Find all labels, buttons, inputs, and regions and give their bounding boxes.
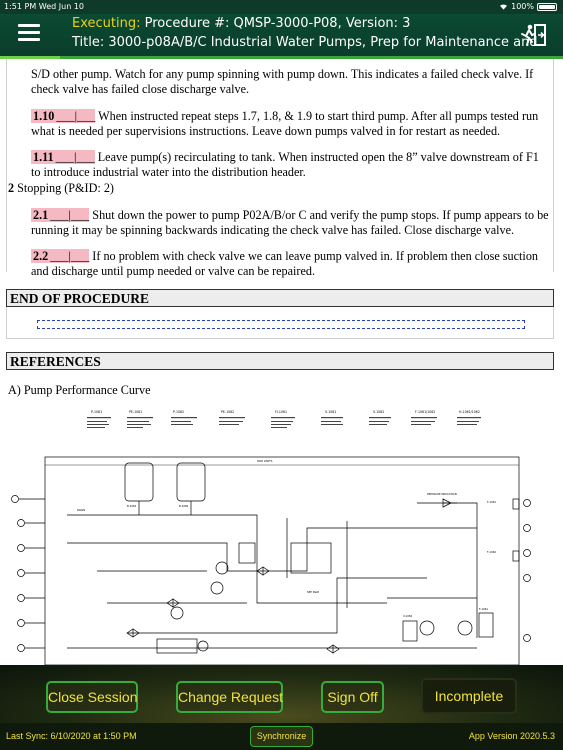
battery-icon [537,2,557,11]
sync-bar: Last Sync: 6/10/2020 at 1:50 PM Synchron… [0,723,563,750]
step-number: 1.11 [31,150,56,164]
svg-text:SKID LIMITS: SKID LIMITS [257,459,273,463]
app-version-text: App Version 2020.5.3 [468,731,555,741]
end-of-procedure-heading: END OF PROCEDURE [6,289,554,307]
pid-diagram-image[interactable]: P-1081 PE-1081 P-1082 PE-1082 FI-1061 V-1081 V… [7,403,535,665]
svg-text:F-1061/1062: F-1061/1062 [415,410,435,414]
synchronize-button[interactable]: Synchronize [250,726,313,747]
svg-text:PE-1081: PE-1081 [129,410,142,414]
step-signoff-blank[interactable]: ___|___ [50,249,90,263]
svg-text:P-1082: P-1082 [173,410,184,414]
status-bar: 1:51 PM Wed Jun 10 100% [0,0,563,14]
procedure-header: Executing: Procedure #: QMSP-3000-P08, V… [0,14,563,56]
menu-icon[interactable] [18,24,40,42]
svg-text:F-1061: F-1061 [487,500,496,504]
svg-text:H-1061/1062: H-1061/1062 [459,410,480,414]
references-heading: REFERENCES [6,352,554,370]
status-time-date: 1:51 PM Wed Jun 10 [4,2,84,11]
sign-off-button[interactable]: Sign Off [321,681,384,713]
reference-a: A) Pump Performance Curve [8,383,151,397]
svg-text:V-1082: V-1082 [403,614,413,618]
step-signoff-blank[interactable]: ___|___ [56,109,96,123]
wifi-icon [500,4,508,10]
incomplete-button[interactable]: Incomplete [421,678,517,714]
step-number: 2.1 [31,208,51,222]
svg-text:V-1082: V-1082 [373,410,384,414]
svg-text:V-1081: V-1081 [325,410,336,414]
svg-text:F-1062: F-1062 [487,550,496,554]
last-sync-text: Last Sync: 6/10/2020 at 1:50 PM [6,731,137,741]
step-signoff-blank[interactable]: ___|___ [55,150,95,164]
step-text: Leave pump(s) recirculating to tank. Whe… [31,150,539,179]
step-signoff-blank[interactable]: ___|___ [50,208,90,222]
svg-text:DRAIN: DRAIN [77,508,85,512]
svg-text:B-1082: B-1082 [179,504,189,508]
close-session-button[interactable]: Close Session [46,681,138,713]
exit-icon[interactable] [519,22,549,48]
svg-text:F-1061: F-1061 [479,607,488,611]
footer-toolbar: Close Session Change Request Sign Off In… [0,665,563,750]
executing-line: Executing: Procedure #: QMSP-3000-P08, V… [72,16,410,31]
step-1-11[interactable]: 1.11 ___|___ Leave pump(s) recirculating … [31,150,551,180]
section-number: 2 [8,181,15,195]
svg-text:P-1081: P-1081 [91,410,102,414]
battery-percent: 100% [511,2,534,11]
step-text: When instructed repeat steps 1.7, 1.8, &… [31,109,539,138]
step-text: If no problem with check valve we can le… [31,249,539,278]
procedure-document[interactable]: S/D other pump. Watch for any pump spinn… [0,59,563,665]
section-title: Stopping (P&ID: 2) [17,181,114,195]
change-request-button[interactable]: Change Request [176,681,283,713]
procedure-info: Procedure #: QMSP-3000-P08, Version: 3 [144,16,411,31]
svg-text:FI-1061: FI-1061 [275,410,287,414]
step-number: 1.10 [31,109,57,123]
intro-paragraph: S/D other pump. Watch for any pump spinn… [31,67,534,96]
svg-text:B-1081: B-1081 [127,504,137,508]
status-indicators: 100% [499,2,557,11]
section-2-heading: 2 Stopping (P&ID: 2) [8,181,114,196]
svg-text:PRESSURE INDICATION: PRESSURE INDICATION [427,492,457,496]
step-number: 2.2 [31,249,51,263]
step-2-2[interactable]: 2.2 ___|___ If no problem with check valv… [31,249,551,279]
step-text: Shut down the power to pump P02A/B/or C … [31,208,549,237]
status-date: Wed Jun 10 [38,2,84,11]
svg-text:SEE P&ID: SEE P&ID [307,590,319,594]
executing-label: Executing: [72,16,141,31]
svg-text:PE-1082: PE-1082 [221,410,234,414]
step-2-1[interactable]: 2.1 ___|___ Shut down the power to pump P… [31,208,551,238]
step-1-10[interactable]: 1.10 ___|___ When instructed repeat steps… [31,109,551,139]
status-time: 1:51 PM [4,2,37,11]
signature-field[interactable] [37,320,525,329]
procedure-title: Title: 3000-p08A/B/C Industrial Water Pu… [72,35,538,50]
